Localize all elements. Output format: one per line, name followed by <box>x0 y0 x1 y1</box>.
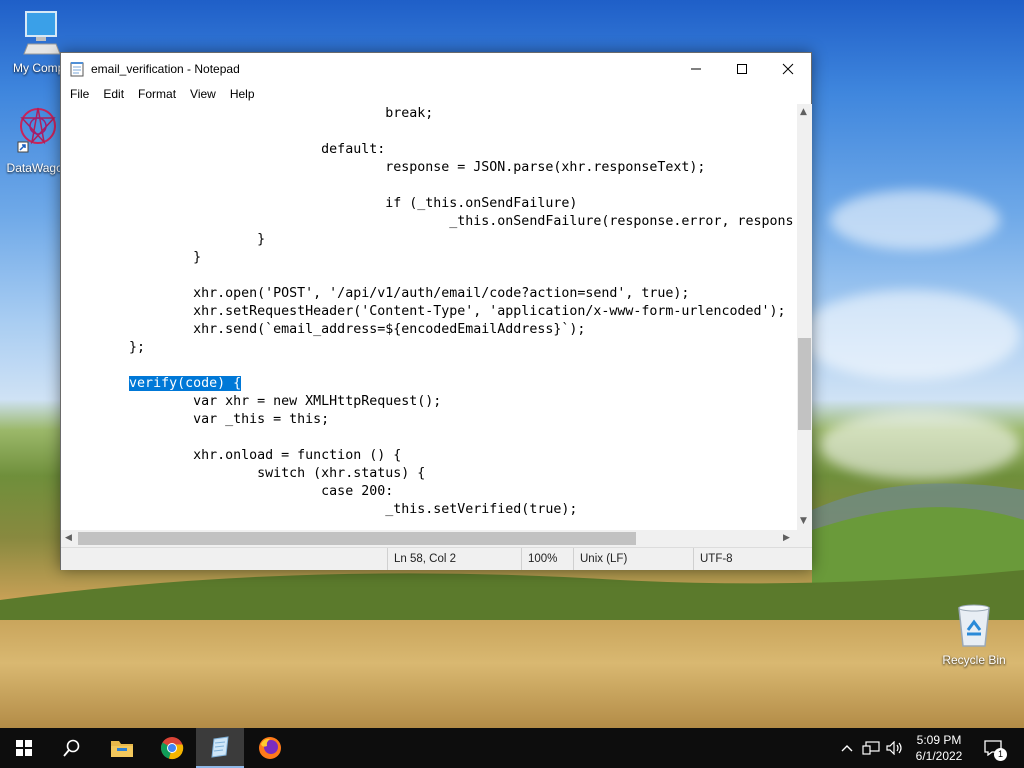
search-button[interactable] <box>48 728 96 768</box>
scroll-left-icon[interactable]: ◀ <box>65 533 72 543</box>
code-line: case 200: <box>65 484 394 499</box>
code-line: switch (xhr.status) { <box>65 466 426 481</box>
vertical-scrollbar[interactable]: ▲ ▼ <box>797 104 812 530</box>
status-bar: Ln 58, Col 2 100% Unix (LF) UTF-8 <box>61 547 812 570</box>
taskbar-chrome[interactable] <box>148 728 196 768</box>
code-line: xhr.onload = function () { <box>65 448 402 463</box>
network-button[interactable] <box>860 728 882 768</box>
status-zoom: 100% <box>521 548 573 570</box>
taskbar-file-explorer[interactable] <box>98 728 146 768</box>
taskbar: 5:09 PM 6/1/2022 1 <box>0 728 1024 768</box>
clock-date: 6/1/2022 <box>915 749 963 763</box>
menu-edit[interactable]: Edit <box>96 87 131 101</box>
code-line: xhr.setRequestHeader('Content-Type', 'ap… <box>65 304 786 319</box>
notepad-icon <box>211 736 229 758</box>
code-line: response = JSON.parse(xhr.responseText); <box>65 160 706 175</box>
code-line: xhr.send(`email_address=${encodedEmailAd… <box>65 322 586 337</box>
datawagon-icon <box>17 107 56 153</box>
horizontal-scrollbar[interactable]: ◀ ▶ <box>61 530 797 547</box>
close-icon <box>782 63 794 74</box>
status-cursor-position: Ln 58, Col 2 <box>387 548 521 570</box>
action-center-button[interactable]: 1 <box>980 728 1007 768</box>
scrollbar-corner <box>797 530 812 547</box>
wallpaper-field <box>0 620 1024 728</box>
search-icon <box>63 739 80 757</box>
chevron-up-icon <box>841 745 853 752</box>
maximize-button[interactable] <box>719 53 765 84</box>
chrome-icon <box>161 737 184 760</box>
file-explorer-icon <box>111 741 133 757</box>
menu-format[interactable]: Format <box>131 87 183 101</box>
close-button[interactable] <box>765 53 811 84</box>
taskbar-firefox[interactable] <box>246 728 294 768</box>
cloud <box>830 190 1000 250</box>
minimize-button[interactable] <box>673 53 719 84</box>
code-line: break; <box>65 106 434 121</box>
taskbar-notepad[interactable] <box>196 728 244 768</box>
menu-bar: File Edit Format View Help <box>61 84 811 104</box>
code-line: _this.setVerified(true); <box>65 502 578 517</box>
vertical-scroll-thumb[interactable] <box>798 338 811 430</box>
status-encoding: UTF-8 <box>693 548 812 570</box>
code-line: } <box>65 250 202 265</box>
notepad-icon <box>70 61 84 76</box>
maximize-icon <box>737 63 747 74</box>
code-line: default: <box>65 142 386 157</box>
code-line: if (_this.onSendFailure) <box>65 196 578 211</box>
code-line: verify(code) { <box>65 375 797 393</box>
selected-text: verify(code) { <box>129 376 242 391</box>
code-line: var xhr = new XMLHttpRequest(); <box>65 394 442 409</box>
desktop-icon-label: Recycle Bin <box>942 653 1006 667</box>
code-line: } <box>65 232 266 247</box>
horizontal-scroll-thumb[interactable] <box>78 532 636 545</box>
code-line: _this.onSendFailure(response.error, resp… <box>65 214 794 229</box>
start-icon <box>16 740 32 756</box>
code-line: xhr.open('POST', '/api/v1/auth/email/cod… <box>65 286 690 301</box>
recycle-bin-icon <box>958 604 990 647</box>
scroll-right-icon[interactable]: ▶ <box>783 533 790 543</box>
notepad-window[interactable]: email_verification - Notepad File Edit F… <box>60 52 812 570</box>
code-line: var _this = this; <box>65 412 330 427</box>
cloud <box>800 290 1020 380</box>
code-line: }; <box>65 340 146 355</box>
minimize-icon <box>691 68 701 69</box>
text-editor[interactable]: break; default: response = JSON.parse(xh… <box>61 104 797 530</box>
clock-time: 5:09 PM <box>916 733 962 747</box>
window-title: email_verification - Notepad <box>91 61 240 76</box>
menu-help[interactable]: Help <box>223 87 262 101</box>
menu-file[interactable]: File <box>63 87 96 101</box>
scroll-down-icon[interactable]: ▼ <box>800 516 807 526</box>
network-icon <box>862 741 880 755</box>
start-button[interactable] <box>0 728 48 768</box>
menu-view[interactable]: View <box>183 87 223 101</box>
title-bar[interactable]: email_verification - Notepad <box>61 53 811 84</box>
notification-count-badge: 1 <box>994 748 1007 761</box>
computer-icon <box>23 11 61 55</box>
scroll-up-icon[interactable]: ▲ <box>800 107 807 117</box>
system-clock[interactable]: 5:09 PM 6/1/2022 <box>900 732 978 764</box>
status-line-ending: Unix (LF) <box>573 548 693 570</box>
desktop-icon-recycle-bin[interactable]: Recycle Bin <box>934 602 1014 667</box>
firefox-icon <box>259 737 281 759</box>
show-hidden-icons-button[interactable] <box>838 728 856 768</box>
